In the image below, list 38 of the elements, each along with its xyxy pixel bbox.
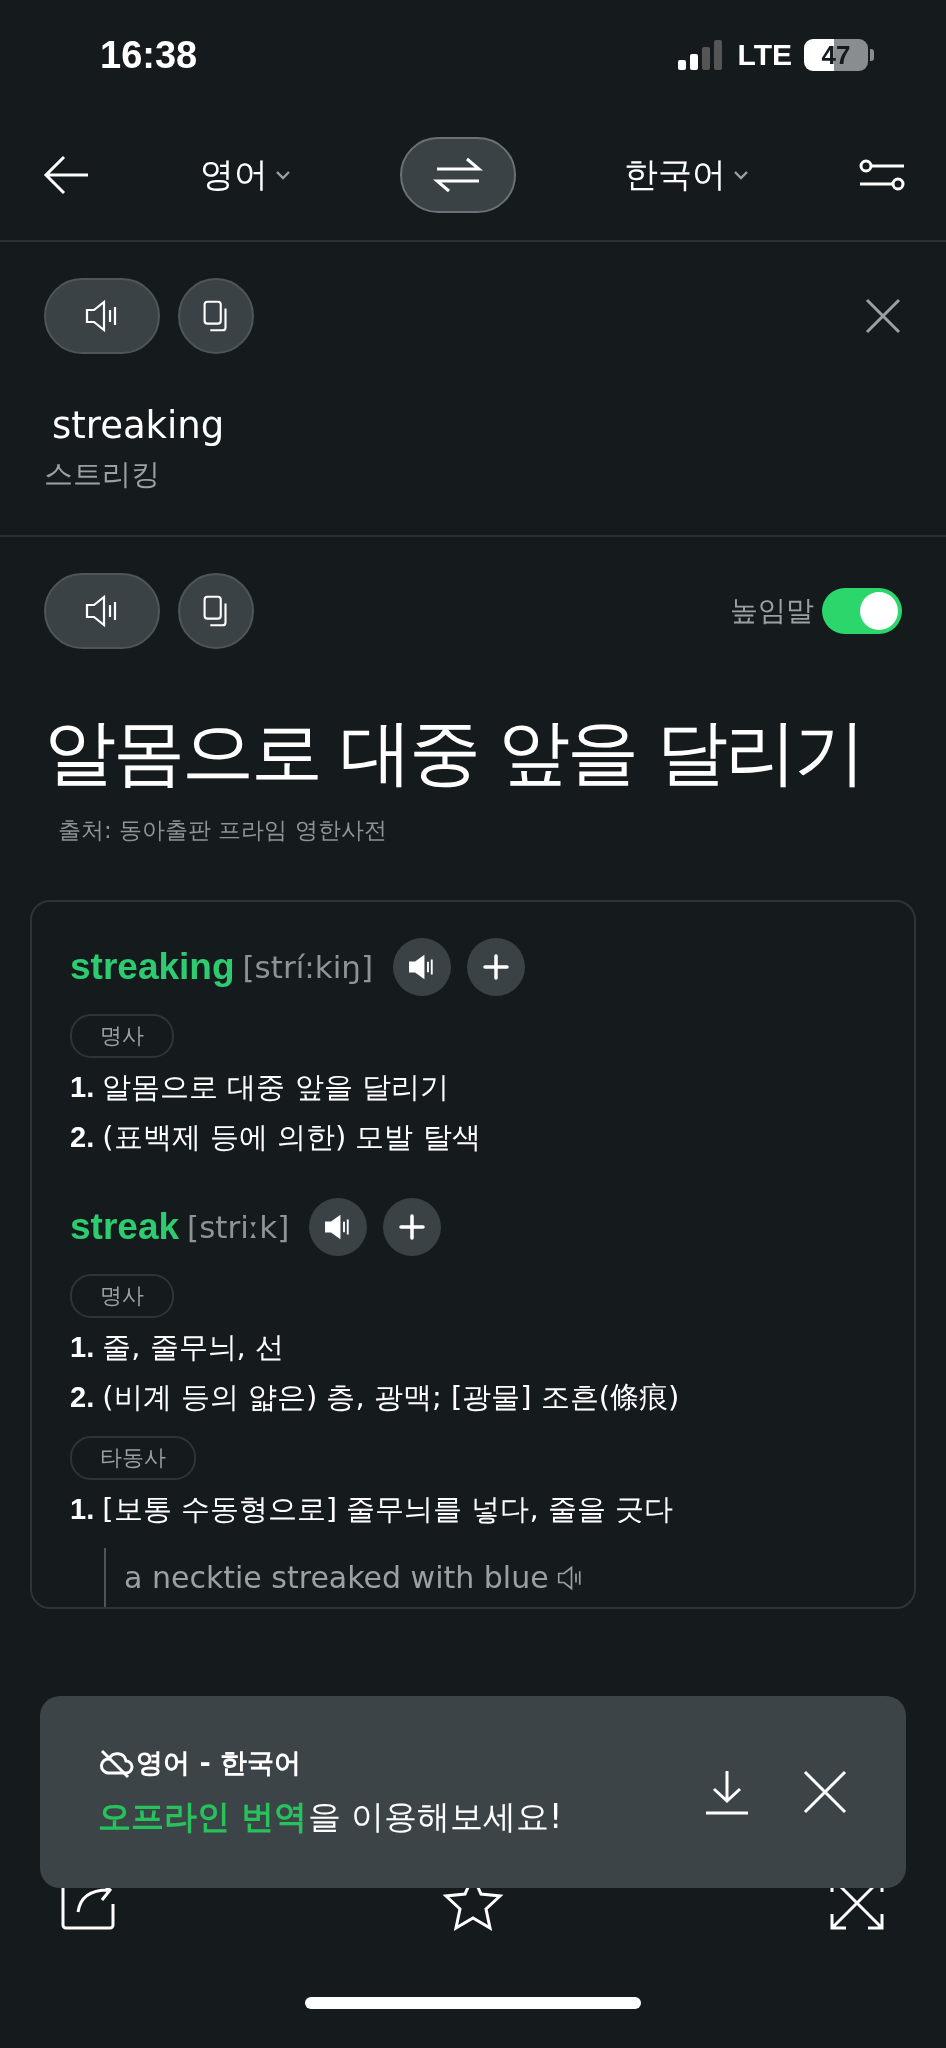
definition-number: 2. <box>70 1381 95 1415</box>
pronunciation: [striːk] <box>187 1209 290 1246</box>
example-sentence: a necktie streaked with blue <box>124 1560 549 1596</box>
pronunciation: [strí:kiŋ] <box>242 949 374 986</box>
definition-text: [보통 수동형으로] 줄무늬를 넣다, 줄을 긋다 <box>102 1491 674 1529</box>
source-language-selector[interactable]: 영어 <box>200 152 292 198</box>
part-of-speech-tag: 명사 <box>70 1274 174 1319</box>
chevron-down-icon <box>274 169 292 181</box>
definition-text: (표백제 등에 의한) 모발 탈색 <box>102 1119 481 1157</box>
definition-number: 1. <box>70 1493 95 1527</box>
network-label: LTE <box>737 38 792 72</box>
source-credit: 출처: 동아출판 프라임 영한사전 <box>57 816 388 846</box>
headword: streaking <box>70 946 235 989</box>
close-button[interactable] <box>864 297 902 335</box>
definition-number: 1. <box>70 1071 95 1105</box>
part-of-speech-tag: 타동사 <box>70 1436 196 1481</box>
translation-text: 알몸으로 대중 앞을 달리기 <box>44 709 864 796</box>
plus-icon <box>397 1212 428 1243</box>
plus-icon <box>481 952 512 983</box>
headword: streak <box>70 1206 180 1249</box>
close-icon <box>802 1769 848 1815</box>
status-time: 16:38 <box>100 33 198 77</box>
honorific-toggle[interactable] <box>822 588 902 634</box>
definition-text: 줄, 줄무늬, 선 <box>102 1329 285 1367</box>
close-icon <box>864 297 902 335</box>
definition-number: 2. <box>70 1121 95 1155</box>
swap-arrows-icon <box>433 155 483 195</box>
target-language-selector[interactable]: 한국어 <box>624 152 750 198</box>
definition-text: (비계 등의 얇은) 층, 광맥; [광물] 조흔(條痕) <box>102 1379 680 1417</box>
definition-number: 1. <box>70 1331 95 1365</box>
definition-text: 알몸으로 대중 앞을 달리기 <box>102 1069 449 1107</box>
transliteration: 스트리킹 <box>44 456 161 493</box>
language-pair: 영어 - 한국어 <box>136 1745 301 1780</box>
offline-message: 오프라인 번역을 이용해보세요! <box>98 1795 564 1838</box>
chevron-down-icon <box>732 169 750 181</box>
honorific-label: 높임말 <box>730 593 814 629</box>
source-text: streaking <box>51 404 226 447</box>
part-of-speech-tag: 명사 <box>70 1014 174 1059</box>
